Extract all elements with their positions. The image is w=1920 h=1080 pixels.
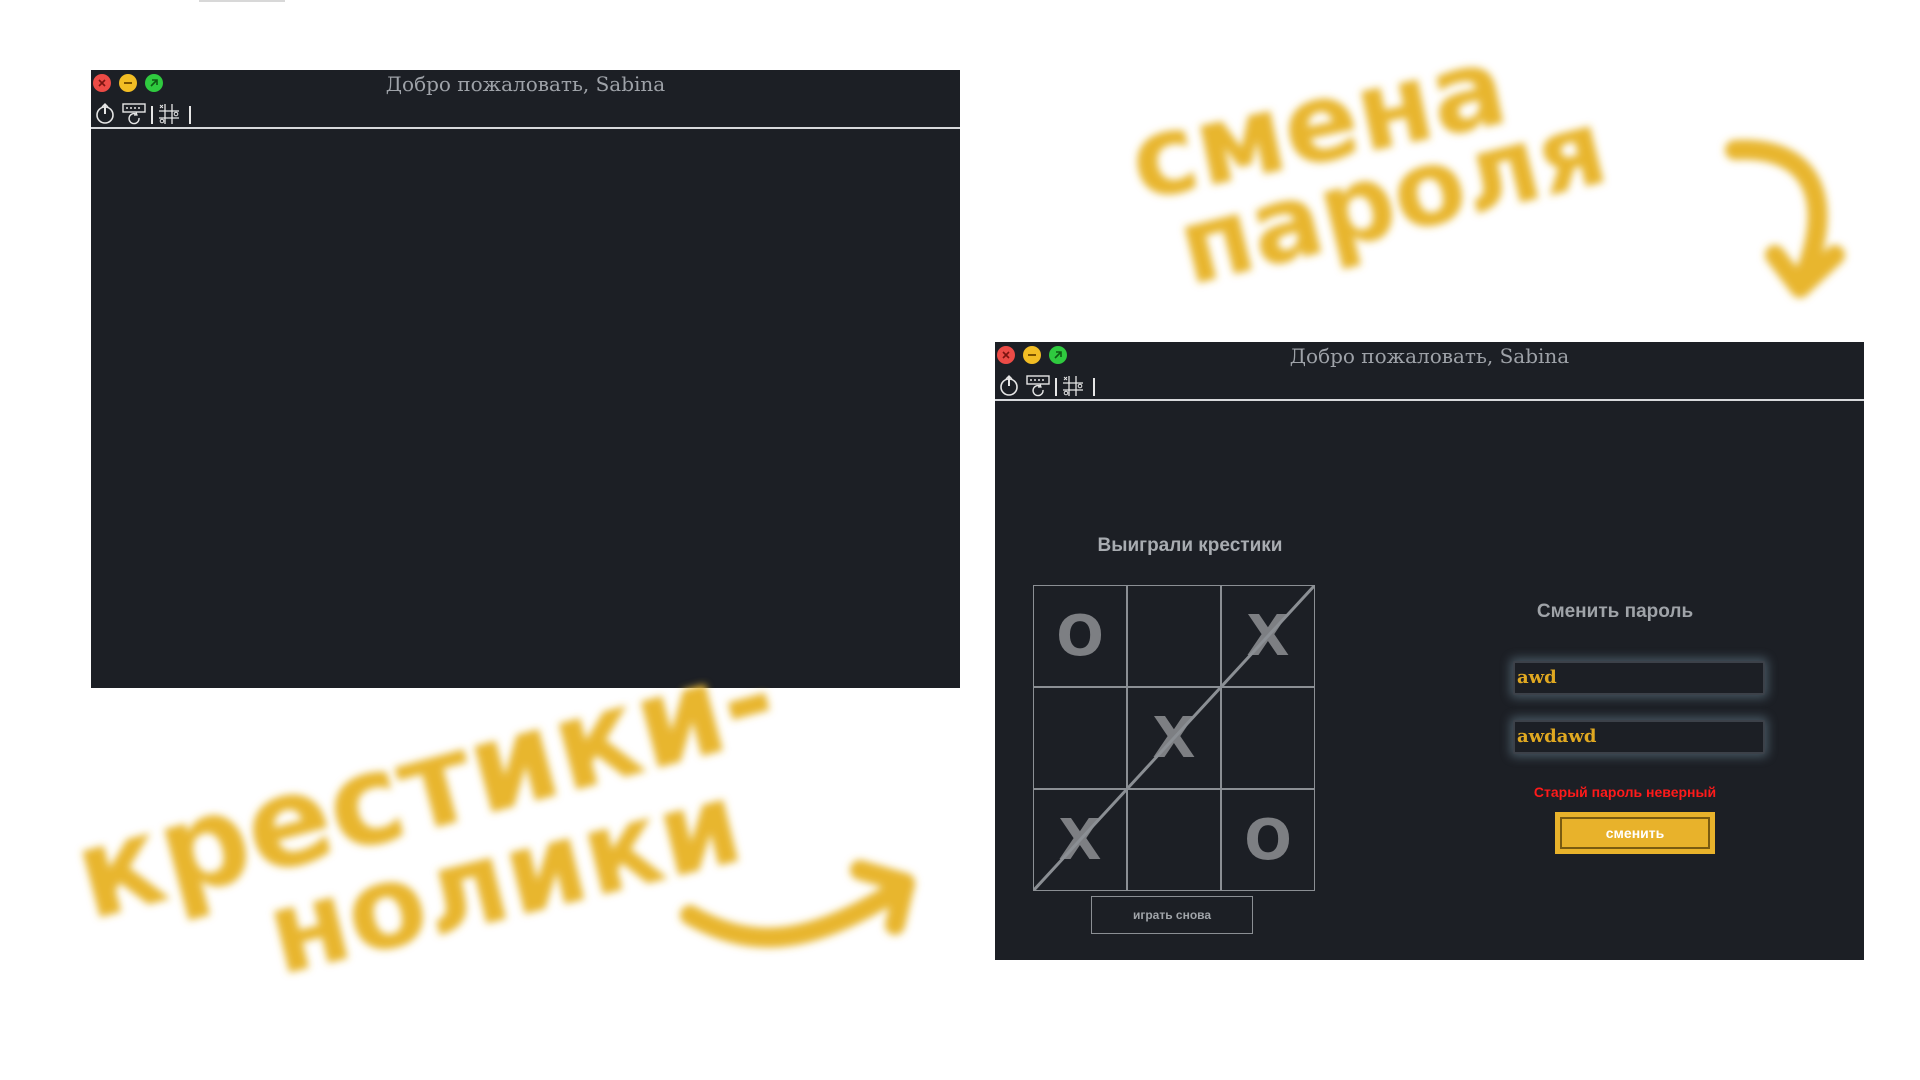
handwritten-annotations: смена пароля крестики- нолики bbox=[60, 21, 1845, 1002]
